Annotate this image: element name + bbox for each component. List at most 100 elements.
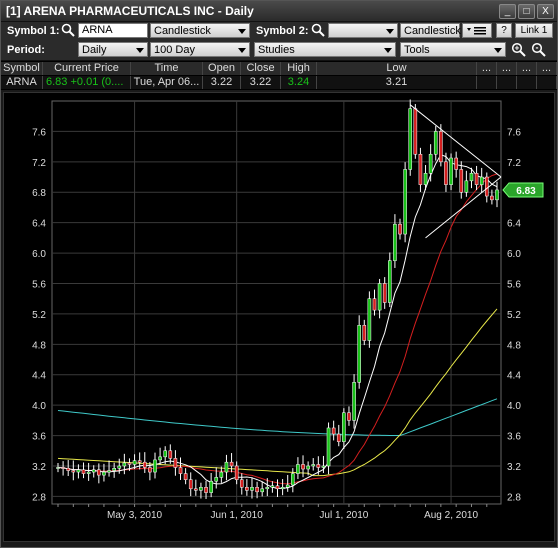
svg-text:-: - bbox=[536, 43, 539, 53]
candle-body bbox=[56, 467, 60, 469]
symbol1-search-icon[interactable] bbox=[60, 23, 75, 38]
y-tick-label-right: 3.2 bbox=[507, 462, 521, 473]
quote-header: Symbol bbox=[1, 62, 43, 75]
candle-body bbox=[173, 458, 178, 468]
candle-body bbox=[444, 161, 448, 185]
candle-body bbox=[199, 487, 203, 491]
svg-text:+: + bbox=[515, 44, 520, 53]
period-select[interactable]: Daily bbox=[78, 42, 148, 57]
close-button[interactable]: X bbox=[537, 4, 554, 19]
y-tick-label-left: 4.4 bbox=[32, 371, 46, 382]
candle-body bbox=[469, 172, 474, 182]
candle-body bbox=[336, 433, 341, 442]
range-select[interactable]: 100 Day bbox=[150, 42, 250, 57]
trendline-lower bbox=[425, 176, 502, 239]
candle-body bbox=[168, 450, 173, 459]
candle-body bbox=[454, 157, 458, 170]
y-tick-label-right: 7.2 bbox=[507, 158, 521, 169]
candle-body bbox=[81, 469, 86, 474]
tools-select[interactable]: Tools bbox=[400, 42, 506, 57]
menu-button[interactable] bbox=[462, 23, 492, 38]
candle-body bbox=[112, 468, 116, 471]
candle-body bbox=[204, 487, 208, 493]
y-tick-label-left: 6.4 bbox=[32, 219, 46, 230]
candle-body bbox=[352, 382, 356, 421]
period-label: Period: bbox=[7, 44, 45, 56]
quote-time: Tue, Apr 06... bbox=[131, 76, 203, 89]
studies-value: Studies bbox=[258, 44, 295, 56]
candle-body bbox=[306, 465, 310, 470]
candle-body bbox=[61, 467, 65, 469]
candle-body bbox=[474, 172, 479, 185]
candle-body bbox=[260, 488, 264, 493]
period-value: Daily bbox=[82, 44, 107, 56]
quote-close: 3.22 bbox=[241, 76, 281, 89]
y-tick-label-left: 3.6 bbox=[32, 432, 46, 443]
candle-body bbox=[280, 487, 285, 490]
candle-body bbox=[265, 487, 270, 490]
y-tick-label-left: 4.0 bbox=[32, 401, 46, 412]
last-price-label: 6.83 bbox=[516, 186, 536, 197]
tools-value: Tools bbox=[404, 44, 430, 56]
candle-body bbox=[301, 464, 305, 470]
candle-body bbox=[367, 298, 372, 341]
x-tick-label: Aug 2, 2010 bbox=[424, 510, 478, 521]
studies-select[interactable]: Studies bbox=[254, 42, 396, 57]
candle-body bbox=[214, 477, 219, 482]
chevron-down-icon bbox=[494, 48, 502, 53]
chart-type1-select[interactable]: Candlestick bbox=[150, 23, 250, 38]
chart-type2-value: Candlestick bbox=[404, 25, 461, 37]
quote-header: Time bbox=[131, 62, 203, 75]
quote-high: 3.24 bbox=[281, 76, 317, 89]
chart-type2-select[interactable]: Candlestick bbox=[400, 23, 461, 38]
symbol2-label: Symbol 2: bbox=[256, 25, 309, 37]
quote-symbol: ARNA bbox=[1, 76, 43, 89]
minimize-button[interactable]: _ bbox=[499, 4, 516, 19]
candle-body bbox=[148, 467, 152, 473]
symbol1-label: Symbol 1: bbox=[7, 25, 60, 37]
title-bar[interactable]: [1] ARENA PHARMACEUTICALS INC - Daily _ … bbox=[1, 1, 557, 22]
price-chart[interactable]: 2.8 2.8 3.2 3.2 3.6 3.6 4.0 4.0 4.4 4.4 4.8 4.8 5.2 5… bbox=[3, 92, 555, 542]
y-tick-label-right: 4.0 bbox=[507, 401, 521, 412]
maximize-button[interactable]: □ bbox=[518, 4, 535, 19]
quote-extra bbox=[497, 76, 517, 89]
chart-canvas[interactable]: 2.8 2.8 3.2 3.2 3.6 3.6 4.0 4.0 4.4 4.4 4.8 4.8 5.2 5… bbox=[4, 93, 554, 541]
quote-open: 3.22 bbox=[203, 76, 241, 89]
y-tick-label-right: 7.6 bbox=[507, 127, 521, 138]
candle-body bbox=[495, 189, 499, 201]
y-tick-label-right: 3.6 bbox=[507, 432, 521, 443]
symbol1-input[interactable]: ARNA bbox=[78, 23, 148, 38]
quote-header: Open bbox=[203, 62, 241, 75]
candle-body bbox=[234, 465, 239, 480]
candle-body bbox=[132, 460, 137, 465]
range-value: 100 Day bbox=[154, 44, 195, 56]
zoom-in-button[interactable]: + bbox=[511, 42, 526, 57]
chevron-down-icon bbox=[238, 48, 246, 53]
candle-body bbox=[91, 469, 96, 473]
candle-body bbox=[142, 461, 147, 468]
candle-body bbox=[178, 467, 183, 474]
candle-body bbox=[137, 460, 142, 463]
ma-long-line bbox=[57, 398, 498, 436]
symbol2-search-icon[interactable] bbox=[310, 23, 325, 38]
quote-extra: ... bbox=[537, 62, 557, 75]
candle-body bbox=[362, 325, 367, 341]
help-button[interactable]: ? bbox=[496, 23, 512, 38]
quote-extra: ... bbox=[497, 62, 517, 75]
candle-body bbox=[97, 469, 101, 476]
candle-body bbox=[270, 485, 275, 488]
quote-table: Symbol Current Price Time Open Close Hig… bbox=[1, 61, 557, 90]
candle-body bbox=[321, 465, 326, 468]
candle-body bbox=[86, 471, 91, 474]
quote-header: Close bbox=[241, 62, 281, 75]
symbol2-input[interactable] bbox=[328, 23, 398, 38]
candle-body bbox=[439, 131, 443, 163]
candle-body bbox=[459, 169, 464, 193]
y-tick-label-right: 5.2 bbox=[507, 310, 521, 321]
candle-body bbox=[102, 471, 106, 476]
zoom-out-button[interactable]: - bbox=[531, 42, 546, 57]
candle-body bbox=[484, 176, 489, 197]
candle-body bbox=[163, 450, 167, 458]
candle-body bbox=[127, 462, 132, 465]
link-button[interactable]: Link 1 bbox=[515, 23, 553, 38]
